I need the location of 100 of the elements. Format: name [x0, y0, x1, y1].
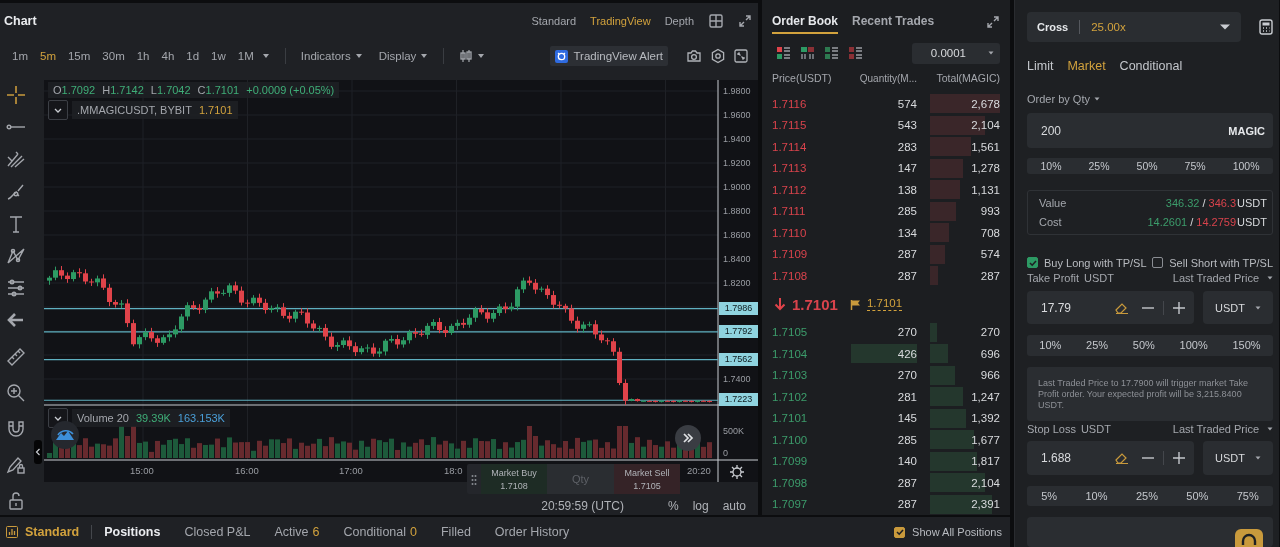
- price-cell-text: 1.7104: [772, 347, 809, 360]
- alert-button[interactable]: TradingView Alert: [549, 46, 668, 66]
- interval-tab[interactable]: 1h: [130, 50, 156, 62]
- quantity-cell: 287: [897, 248, 917, 261]
- unit-label: USDT: [1237, 215, 1267, 228]
- price-cell-text: 1.7100: [772, 433, 809, 446]
- order-type-tab[interactable]: Conditional: [1119, 58, 1183, 73]
- quantity-cell: 138: [897, 183, 917, 196]
- percent-button[interactable]: 10%: [1040, 158, 1062, 174]
- ohlc-label: H: [102, 84, 111, 96]
- price-cell-text: 1.7101: [772, 412, 809, 425]
- interval-tab[interactable]: 4h: [155, 50, 181, 62]
- trigger-dropdown[interactable]: Last Traded Price: [1172, 422, 1273, 435]
- price-cell-text: 1.7098: [772, 476, 809, 489]
- view-tab[interactable]: TradingView: [590, 14, 651, 27]
- view-tab[interactable]: Standard: [531, 14, 577, 27]
- price-cell-text: 1.7111: [772, 205, 807, 218]
- qty-mode-dropdown[interactable]: Order by Qty: [1027, 91, 1100, 108]
- market-buy-button[interactable]: Market Buy 1.7108: [481, 464, 547, 494]
- ohlc-value: 1.7142: [110, 84, 144, 96]
- interval-tab[interactable]: 15m: [61, 50, 97, 62]
- interval-tab[interactable]: 1w: [205, 50, 232, 62]
- price-label: 1.7562: [719, 352, 758, 366]
- bottom-tab[interactable]: Closed P&L: [184, 525, 251, 539]
- scale-option[interactable]: log: [692, 499, 709, 513]
- percent-button[interactable]: 25%: [1135, 485, 1158, 506]
- price-cell-text: 1.7116: [772, 97, 808, 110]
- axis-label: 17:00: [339, 465, 363, 476]
- interval-tab[interactable]: 1d: [180, 50, 206, 62]
- price-label: 1.7792: [719, 324, 758, 338]
- order-type-tab[interactable]: Limit: [1027, 58, 1054, 73]
- column-header: Total(MAGIC): [935, 72, 1000, 84]
- view-tab[interactable]: Depth: [664, 14, 694, 27]
- quantity-cell: 145: [897, 412, 917, 425]
- interval-tab[interactable]: 1M: [231, 50, 260, 62]
- price-field[interactable]: 17.79: [1027, 291, 1194, 325]
- precision-dropdown[interactable]: 0.0001: [912, 42, 1000, 64]
- volume-name: Volume 20: [77, 412, 129, 424]
- quantity-cell: 134: [897, 226, 917, 239]
- price-cell-text: 1.7115: [772, 119, 808, 132]
- percent-button[interactable]: 75%: [1184, 158, 1206, 174]
- quantity-cell: 574: [897, 97, 917, 110]
- percent-button[interactable]: 5%: [1041, 485, 1058, 506]
- price-cell-text: 1.7112: [772, 183, 808, 196]
- percent-button[interactable]: 50%: [1132, 335, 1155, 356]
- bottom-tab[interactable]: Order History: [494, 525, 570, 539]
- menu-button[interactable]: Indicators: [292, 50, 371, 62]
- percent-button[interactable]: 150%: [1232, 335, 1261, 356]
- bottom-tab[interactable]: Positions: [104, 525, 161, 539]
- checkbox-label: Sell Short with TP/SL: [1169, 256, 1273, 269]
- axis-label: 1.8600: [723, 229, 751, 241]
- panel-tab[interactable]: Recent Trades: [852, 10, 935, 34]
- quantity-cell: 287: [897, 269, 917, 282]
- currency-dropdown[interactable]: USDT: [1203, 291, 1273, 325]
- percent-button[interactable]: 100%: [1179, 335, 1208, 356]
- scale-option[interactable]: auto: [722, 499, 746, 513]
- percent-button[interactable]: 50%: [1186, 485, 1209, 506]
- scale-option[interactable]: %: [667, 499, 679, 513]
- checkbox-label: Buy Long with TP/SL: [1044, 256, 1147, 269]
- total-cell: 1,392: [971, 412, 1000, 425]
- total-cell: 1,817: [971, 455, 1000, 468]
- currency-dropdown[interactable]: USDT: [1203, 441, 1273, 475]
- percent-button[interactable]: 50%: [1136, 158, 1158, 174]
- buy-value: 346.32: [1165, 196, 1200, 209]
- percent-button[interactable]: 10%: [1039, 335, 1062, 356]
- bottom-tab[interactable]: Active 6: [274, 525, 320, 539]
- price-change: +0.0009 (+0.05%): [246, 84, 335, 96]
- percent-button[interactable]: 25%: [1086, 335, 1109, 356]
- quantity-cell: 140: [897, 455, 917, 468]
- price-field[interactable]: 1.688: [1027, 441, 1194, 475]
- panel-title: Chart: [4, 13, 37, 28]
- bottom-tab[interactable]: Filled: [440, 525, 471, 539]
- quantity-cell: 270: [897, 369, 917, 382]
- price-cell-text: 1.7102: [772, 390, 809, 403]
- panel-tab[interactable]: Order Book: [772, 10, 838, 34]
- unit-label: MAGIC: [1228, 124, 1265, 137]
- percent-button[interactable]: 100%: [1232, 158, 1260, 174]
- axis-label: 1.9800: [723, 85, 751, 97]
- volume-average: 163.153K: [177, 412, 225, 424]
- percent-button[interactable]: 75%: [1236, 485, 1259, 506]
- bottom-tab[interactable]: Conditional 0: [343, 525, 417, 539]
- leverage-dropdown[interactable]: Cross 25.00x: [1027, 12, 1241, 42]
- total-cell: 574: [980, 248, 1000, 261]
- interval-tab[interactable]: 5m: [34, 50, 62, 62]
- percent-button[interactable]: 25%: [1088, 158, 1110, 174]
- market-sell-button[interactable]: Market Sell 1.7105: [614, 464, 680, 494]
- total-cell: 2,104: [971, 119, 1000, 132]
- total-cell: 287: [980, 269, 1000, 282]
- percent-button[interactable]: 10%: [1085, 485, 1108, 506]
- mark-price[interactable]: 1.7101: [866, 297, 903, 311]
- unit-label: USDT: [1083, 272, 1114, 285]
- interval-tab[interactable]: 1m: [6, 50, 34, 62]
- qty-field[interactable]: 200 MAGIC: [1027, 113, 1273, 149]
- trigger-dropdown[interactable]: Last Traded Price: [1172, 272, 1273, 285]
- mode-button[interactable]: Standard: [25, 525, 80, 539]
- price-cell-text: 1.7099: [772, 455, 809, 468]
- menu-button[interactable]: Display: [370, 50, 437, 62]
- order-type-tab[interactable]: Market: [1067, 58, 1106, 73]
- field-label: Take Profit: [1027, 272, 1079, 285]
- interval-tab[interactable]: 30m: [96, 50, 131, 62]
